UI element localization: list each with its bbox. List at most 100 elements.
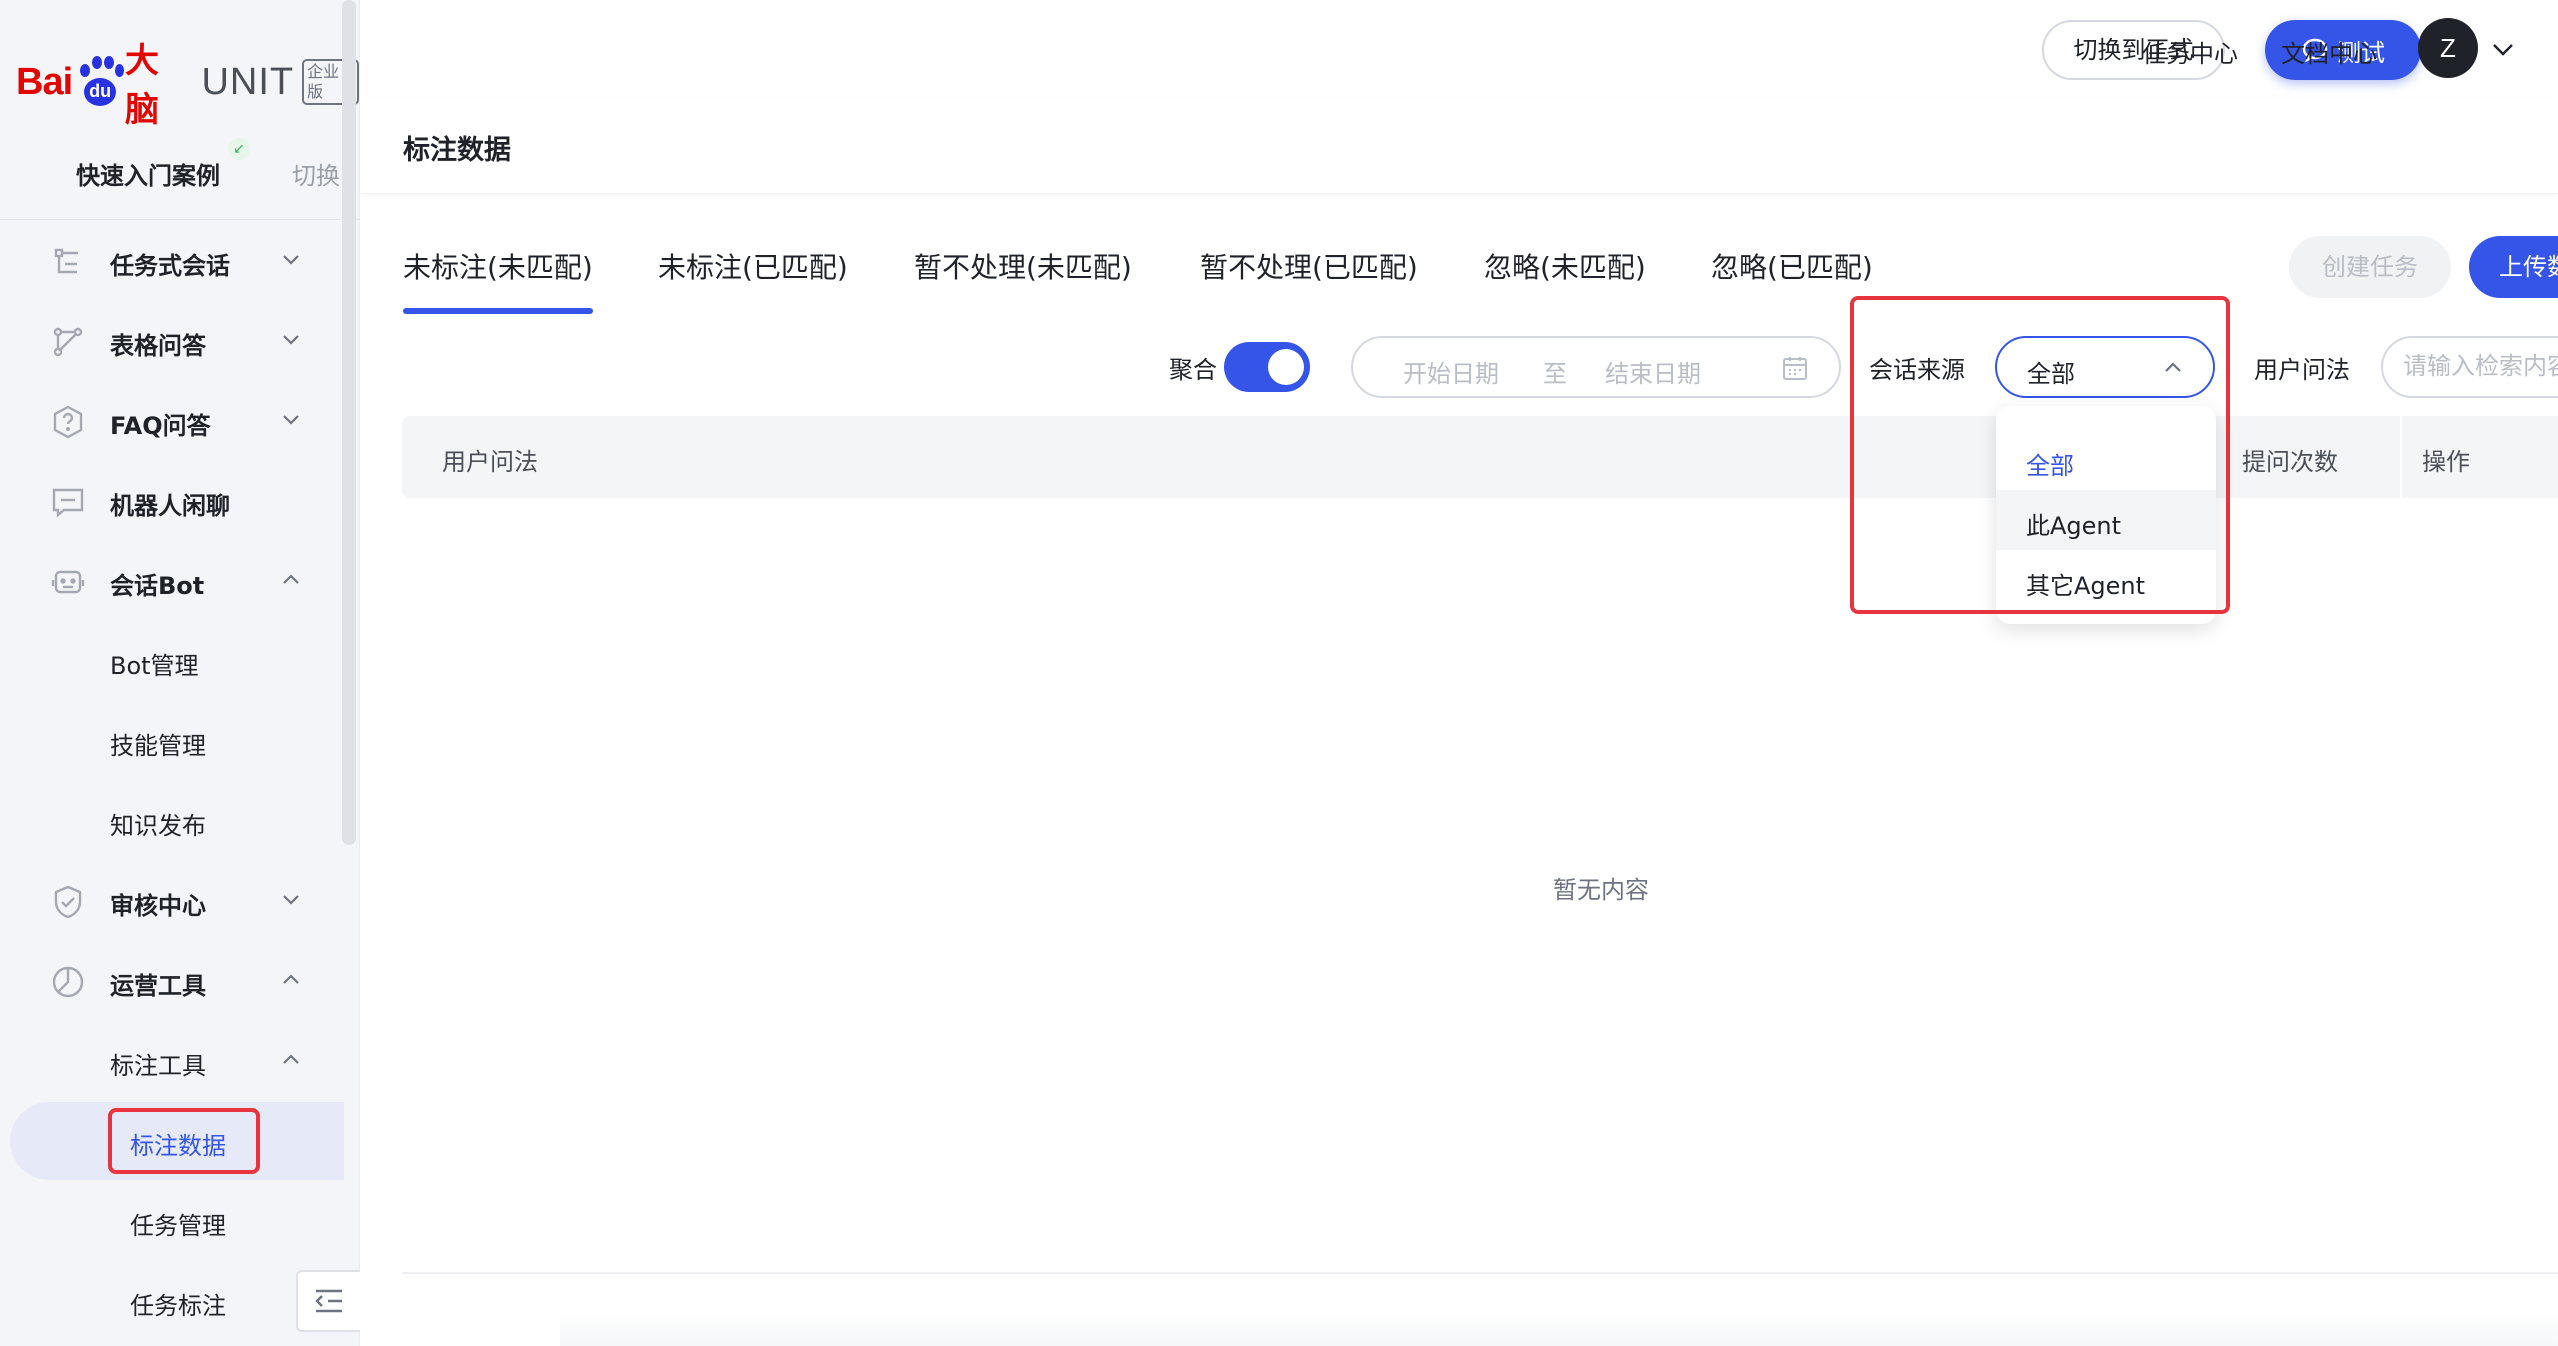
tab-unlabeled-matched[interactable]: 未标注(已匹配) bbox=[658, 246, 848, 286]
session-source-label: 会话来源 bbox=[1869, 356, 1965, 384]
tab-pending-unmatched[interactable]: 暂不处理(未匹配) bbox=[914, 246, 1132, 286]
dropdown-option-other-agent[interactable]: 其它Agent bbox=[1996, 550, 2216, 610]
option-label: 全部 bbox=[2026, 452, 2074, 480]
sidebar-item-label: 任务标注 bbox=[130, 1292, 226, 1320]
user-avatar[interactable]: Z bbox=[2418, 18, 2478, 78]
filter-bar: 聚合 开始日期 至 结束日期 会话来源 全部 用户问法 bbox=[361, 330, 2558, 406]
date-range-picker[interactable]: 开始日期 至 结束日期 bbox=[1351, 336, 1841, 398]
sidebar: Bai du 大脑 UNIT 企业版 快速入门案例 切换 ↙ 任务式会话 表格问… bbox=[0, 0, 360, 1346]
column-divider bbox=[2400, 416, 2402, 498]
user-query-search[interactable] bbox=[2381, 336, 2558, 398]
active-tab-indicator bbox=[403, 308, 593, 314]
doc-center-link[interactable]: 文档中心 bbox=[2281, 34, 2377, 69]
create-task-button[interactable]: 创建任务 bbox=[2289, 236, 2451, 298]
empty-state-text: 暂无内容 bbox=[1553, 876, 1649, 904]
sidebar-item-label: FAQ问答 bbox=[110, 412, 211, 440]
page-title: 标注数据 bbox=[403, 135, 511, 166]
chevron-down-icon bbox=[283, 255, 299, 265]
column-header-actions: 操作 bbox=[2422, 448, 2470, 476]
sidebar-item-skill-manage[interactable]: 技能管理 bbox=[0, 702, 360, 782]
dropdown-option-all[interactable]: 全部 bbox=[1996, 430, 2216, 490]
toggle-knob bbox=[1268, 349, 1304, 385]
sidebar-item-chitchat[interactable]: 机器人闲聊 bbox=[0, 462, 360, 542]
sidebar-item-knowledge-publish[interactable]: 知识发布 bbox=[0, 782, 360, 862]
tab-ignored-unmatched[interactable]: 忽略(未匹配) bbox=[1484, 246, 1646, 286]
option-label: 此Agent bbox=[2026, 512, 2122, 540]
chevron-up-icon bbox=[283, 974, 299, 984]
chevron-up-icon bbox=[2165, 362, 2181, 372]
sidebar-item-bot-manage[interactable]: Bot管理 bbox=[0, 622, 360, 702]
sidebar-collapse-button[interactable] bbox=[296, 1270, 360, 1332]
sidebar-item-faq[interactable]: FAQ问答 bbox=[0, 382, 360, 462]
sidebar-item-label: 表格问答 bbox=[110, 332, 206, 360]
bot-icon bbox=[51, 570, 85, 594]
chat-icon bbox=[52, 488, 84, 518]
collapse-menu-icon bbox=[315, 1289, 342, 1313]
sidebar-item-label: 机器人闲聊 bbox=[110, 492, 230, 520]
task-dialog-icon bbox=[54, 248, 78, 274]
sidebar-item-task-dialog[interactable]: 任务式会话 bbox=[0, 222, 360, 302]
logo-danao: 大脑 bbox=[125, 41, 159, 130]
sidebar-item-task-manage[interactable]: 任务管理 bbox=[0, 1182, 360, 1262]
tab-ignored-matched[interactable]: 忽略(已匹配) bbox=[1711, 246, 1873, 286]
chevron-up-icon bbox=[283, 1054, 299, 1064]
logo-bai: Bai bbox=[16, 60, 73, 103]
sidebar-item-label: 任务式会话 bbox=[110, 252, 230, 280]
logo-du: du bbox=[84, 78, 117, 106]
date-end-placeholder[interactable]: 结束日期 bbox=[1605, 354, 1701, 389]
sidebar-item-ops-tools[interactable]: 运营工具 bbox=[0, 942, 360, 1022]
user-query-input[interactable] bbox=[2403, 352, 2558, 380]
sidebar-item-annotation-data[interactable]: 标注数据 bbox=[0, 1102, 360, 1182]
option-label: 其它Agent bbox=[2026, 572, 2146, 600]
project-switch-link[interactable]: 切换 bbox=[292, 156, 340, 191]
faq-icon bbox=[53, 405, 83, 439]
ops-icon bbox=[52, 966, 84, 998]
upload-data-button[interactable]: 上传数 bbox=[2469, 236, 2558, 298]
table-header: 用户问法 提问次数 操作 bbox=[402, 416, 2558, 498]
baidu-unit-logo[interactable]: Bai du 大脑 UNIT 企业版 bbox=[16, 41, 359, 130]
sidebar-item-label: 任务管理 bbox=[130, 1212, 226, 1240]
page-title-bar: 标注数据 bbox=[361, 98, 2558, 194]
table-bottom-border bbox=[402, 1272, 2558, 1274]
aggregate-toggle[interactable] bbox=[1224, 342, 1310, 392]
project-switcher: 快速入门案例 切换 bbox=[0, 140, 360, 220]
tab-unlabeled-unmatched[interactable]: 未标注(未匹配) bbox=[403, 246, 593, 286]
aggregate-label: 聚合 bbox=[1169, 356, 1217, 384]
user-query-label: 用户问法 bbox=[2254, 356, 2350, 384]
sidebar-item-table-qa[interactable]: 表格问答 bbox=[0, 302, 360, 382]
session-source-value: 全部 bbox=[2027, 360, 2075, 388]
sidebar-item-review[interactable]: 审核中心 bbox=[0, 862, 360, 942]
table-qa-icon bbox=[53, 327, 83, 357]
calendar-icon bbox=[1783, 357, 1807, 380]
project-status-icon: ↙ bbox=[228, 138, 250, 160]
project-name: 快速入门案例 bbox=[76, 162, 220, 190]
chevron-down-icon bbox=[283, 335, 299, 345]
chevron-down-icon bbox=[283, 415, 299, 425]
task-center-link[interactable]: 任务中心 bbox=[2142, 34, 2238, 69]
column-header-count: 提问次数 bbox=[2242, 448, 2338, 476]
dropdown-option-this-agent[interactable]: 此Agent bbox=[1996, 490, 2216, 550]
baidu-paw-icon: du bbox=[74, 54, 125, 110]
sidebar-item-label: 会话Bot bbox=[110, 572, 205, 600]
sidebar-item-annotation-tools[interactable]: 标注工具 bbox=[0, 1022, 360, 1102]
tab-pending-matched[interactable]: 暂不处理(已匹配) bbox=[1200, 246, 1418, 286]
sidebar-item-label: 标注工具 bbox=[110, 1052, 206, 1080]
chevron-down-icon[interactable] bbox=[2490, 36, 2516, 62]
sidebar-item-label: 审核中心 bbox=[110, 892, 206, 920]
sidebar-item-bot[interactable]: 会话Bot bbox=[0, 542, 360, 622]
logo-unit: UNIT bbox=[201, 60, 295, 103]
chevron-down-icon bbox=[283, 895, 299, 905]
session-source-dropdown: 全部 此Agent 其它Agent bbox=[1996, 406, 2216, 624]
sidebar-item-label: 运营工具 bbox=[110, 972, 206, 1000]
chevron-up-icon bbox=[283, 574, 299, 584]
column-header-query: 用户问法 bbox=[442, 448, 538, 476]
sidebar-item-label: Bot管理 bbox=[110, 652, 199, 680]
footer-shadow bbox=[560, 1310, 2558, 1346]
session-source-select[interactable]: 全部 bbox=[1995, 336, 2215, 398]
date-start-placeholder[interactable]: 开始日期 bbox=[1403, 354, 1499, 389]
date-separator: 至 bbox=[1543, 360, 1567, 388]
sidebar-item-label: 技能管理 bbox=[110, 732, 206, 760]
sidebar-item-label: 标注数据 bbox=[130, 1132, 226, 1160]
top-header: 切换到正式 测试 任务中心 文档中心 bbox=[361, 0, 2558, 98]
status-tabs: 未标注(未匹配) 未标注(已匹配) 暂不处理(未匹配) 暂不处理(已匹配) 忽略… bbox=[361, 228, 2558, 318]
